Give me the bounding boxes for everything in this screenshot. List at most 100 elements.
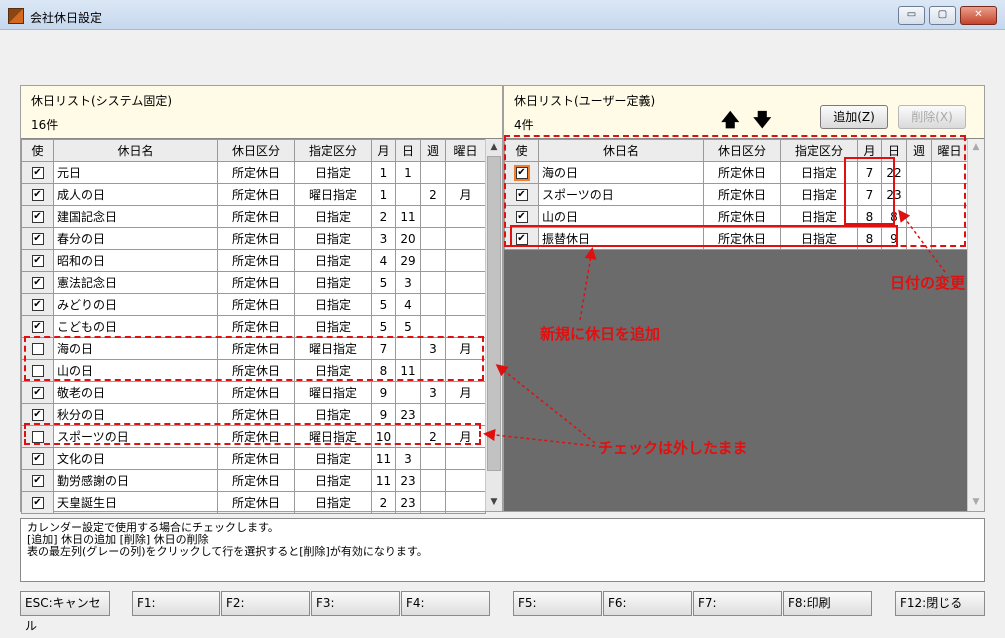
cell-kubun[interactable]: 所定休日 <box>217 161 295 184</box>
table-row[interactable]: ✔ 元日 所定休日 日指定 1 1 <box>21 161 486 184</box>
cell-youbi[interactable] <box>445 227 486 250</box>
cell-youbi[interactable] <box>445 161 486 184</box>
minimize-button[interactable]: ▭ <box>898 6 925 25</box>
cell-youbi[interactable] <box>445 205 486 228</box>
use-checkbox[interactable]: ✔ <box>31 189 44 201</box>
cell-day[interactable]: 11 <box>395 205 421 228</box>
cell-week[interactable] <box>420 447 446 470</box>
fkey-f12-button[interactable]: F12:閉じる <box>895 591 985 616</box>
cell-month[interactable]: 11 <box>371 447 396 470</box>
column-header[interactable]: 休日名 <box>53 139 218 162</box>
row-checkbox-cell[interactable]: ✔ <box>21 315 54 338</box>
cell-youbi[interactable]: 月 <box>445 183 486 206</box>
move-down-arrow-icon[interactable]: 🡇 <box>753 108 772 138</box>
cell-day[interactable]: 23 <box>395 491 421 514</box>
cell-shitei[interactable]: 日指定 <box>294 161 372 184</box>
row-checkbox-cell[interactable]: ✔ <box>21 491 54 514</box>
close-button[interactable]: ✕ <box>960 6 997 25</box>
cell-month[interactable]: 5 <box>371 293 396 316</box>
cell-month[interactable]: 11 <box>371 469 396 492</box>
cell-name[interactable]: 天皇誕生日 <box>53 491 218 514</box>
cell-name[interactable]: 勤労感謝の日 <box>53 469 218 492</box>
cell-day[interactable]: 29 <box>395 249 421 272</box>
cell-day[interactable]: 3 <box>395 271 421 294</box>
cell-day[interactable]: 1 <box>395 161 421 184</box>
use-checkbox[interactable]: ✔ <box>31 497 44 509</box>
cell-week[interactable]: 3 <box>420 381 446 404</box>
cell-name[interactable]: 建国記念日 <box>53 205 218 228</box>
move-up-arrow-icon[interactable]: 🡅 <box>721 108 740 138</box>
cell-shitei[interactable]: 曜日指定 <box>294 183 372 206</box>
cell-month[interactable]: 5 <box>371 271 396 294</box>
cell-week[interactable] <box>420 293 446 316</box>
cell-day[interactable]: 23 <box>395 469 421 492</box>
cell-shitei[interactable]: 日指定 <box>294 271 372 294</box>
row-checkbox-cell[interactable]: ✔ <box>21 183 54 206</box>
cell-kubun[interactable]: 所定休日 <box>217 381 295 404</box>
table-row[interactable]: ✔ 天皇誕生日 所定休日 日指定 2 23 <box>21 491 486 514</box>
maximize-button[interactable]: ▢ <box>929 6 956 25</box>
column-header[interactable]: 使 <box>21 139 54 162</box>
table-row[interactable]: ✔ 春分の日 所定休日 日指定 3 20 <box>21 227 486 250</box>
use-checkbox[interactable]: ✔ <box>31 277 44 289</box>
use-checkbox[interactable]: ✔ <box>31 409 44 421</box>
row-checkbox-cell[interactable]: ✔ <box>21 447 54 470</box>
scroll-thumb[interactable] <box>487 156 501 471</box>
cell-shitei[interactable]: 日指定 <box>294 447 372 470</box>
cell-month[interactable]: 2 <box>371 491 396 514</box>
table-row[interactable]: ✔ 文化の日 所定休日 日指定 11 3 <box>21 447 486 470</box>
cell-kubun[interactable]: 所定休日 <box>217 249 295 272</box>
use-checkbox[interactable]: ✔ <box>31 475 44 487</box>
column-header[interactable]: 月 <box>371 139 396 162</box>
cell-kubun[interactable]: 所定休日 <box>217 205 295 228</box>
fkey-f1-button[interactable]: F1: <box>132 591 220 616</box>
cell-youbi[interactable] <box>445 491 486 514</box>
use-checkbox[interactable]: ✔ <box>31 453 44 465</box>
fkey-f2-button[interactable]: F2: <box>221 591 310 616</box>
cell-youbi[interactable] <box>445 469 486 492</box>
table-row[interactable]: ✔ 成人の日 所定休日 曜日指定 1 2 月 <box>21 183 486 206</box>
cell-kubun[interactable]: 所定休日 <box>217 315 295 338</box>
fkey-esc-button[interactable]: ESC:キャンセル <box>20 591 110 633</box>
cell-day[interactable]: 3 <box>395 447 421 470</box>
cell-week[interactable] <box>420 315 446 338</box>
cell-shitei[interactable]: 日指定 <box>294 293 372 316</box>
row-checkbox-cell[interactable]: ✔ <box>21 205 54 228</box>
cell-youbi[interactable] <box>445 447 486 470</box>
table-row[interactable]: ✔ 建国記念日 所定休日 日指定 2 11 <box>21 205 486 228</box>
table-row[interactable]: ✔ みどりの日 所定休日 日指定 5 4 <box>21 293 486 316</box>
cell-month[interactable]: 2 <box>371 205 396 228</box>
fkey-f8-button[interactable]: F8:印刷 <box>783 591 872 616</box>
cell-name[interactable]: 元日 <box>53 161 218 184</box>
cell-kubun[interactable]: 所定休日 <box>217 183 295 206</box>
fkey-f7-button[interactable]: F7: <box>693 591 782 616</box>
cell-day[interactable]: 20 <box>395 227 421 250</box>
scroll-up-arrow[interactable]: ▲ <box>968 139 984 155</box>
cell-week[interactable] <box>420 161 446 184</box>
cell-youbi[interactable] <box>445 249 486 272</box>
use-checkbox[interactable]: ✔ <box>31 255 44 267</box>
cell-week[interactable] <box>420 205 446 228</box>
row-checkbox-cell[interactable]: ✔ <box>21 381 54 404</box>
cell-name[interactable]: 春分の日 <box>53 227 218 250</box>
use-checkbox[interactable]: ✔ <box>31 387 44 399</box>
row-checkbox-cell[interactable]: ✔ <box>21 271 54 294</box>
cell-day[interactable] <box>395 183 421 206</box>
row-checkbox-cell[interactable]: ✔ <box>21 227 54 250</box>
system-grid-scrollbar[interactable]: ▲ ▼ <box>485 139 502 511</box>
cell-day[interactable]: 5 <box>395 315 421 338</box>
cell-kubun[interactable]: 所定休日 <box>217 227 295 250</box>
cell-name[interactable]: 敬老の日 <box>53 381 218 404</box>
cell-name[interactable]: みどりの日 <box>53 293 218 316</box>
cell-kubun[interactable]: 所定休日 <box>217 447 295 470</box>
cell-shitei[interactable]: 日指定 <box>294 227 372 250</box>
fkey-f4-button[interactable]: F4: <box>401 591 490 616</box>
cell-name[interactable]: 成人の日 <box>53 183 218 206</box>
column-header[interactable]: 週 <box>420 139 446 162</box>
row-checkbox-cell[interactable]: ✔ <box>21 293 54 316</box>
table-row[interactable]: ✔ 憲法記念日 所定休日 日指定 5 3 <box>21 271 486 294</box>
cell-shitei[interactable]: 日指定 <box>294 249 372 272</box>
cell-kubun[interactable]: 所定休日 <box>217 491 295 514</box>
cell-youbi[interactable] <box>445 293 486 316</box>
cell-name[interactable]: こどもの日 <box>53 315 218 338</box>
